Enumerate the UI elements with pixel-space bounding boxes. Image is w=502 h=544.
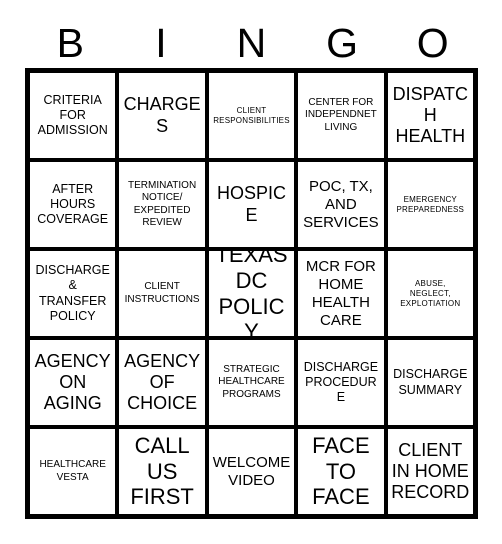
- bingo-cell-label: CALL US FIRST: [130, 433, 194, 510]
- header-letter-o: O: [416, 19, 449, 66]
- bingo-cell[interactable]: CENTER FOR INDEPENDNET LIVING: [298, 73, 384, 158]
- bingo-cell[interactable]: CRITERIA FOR ADMISSION: [30, 73, 116, 158]
- bingo-cell-label: ABUSE, NEGLECT, EXPLOTIATION: [400, 278, 461, 308]
- bingo-cell[interactable]: HEALTHCARE VESTA: [30, 429, 116, 514]
- bingo-cell-label: POC, TX, AND SERVICES: [303, 177, 379, 231]
- bingo-cell[interactable]: AGENCY ON AGING: [30, 340, 116, 425]
- bingo-cell-label: CLIENT RESPONSIBILITIES: [213, 105, 290, 125]
- header-letter-g: G: [326, 19, 359, 66]
- bingo-cell-label: WELCOME VIDEO: [212, 453, 291, 489]
- bingo-grid: CRITERIA FOR ADMISSION CHARGES CLIENT RE…: [25, 68, 478, 519]
- bingo-cell-label: CHARGES: [123, 94, 201, 136]
- bingo-cell-label: DISCHARGE PROCEDURE: [303, 359, 379, 405]
- bingo-cell-label: DISCHARGE SUMMARY: [393, 367, 468, 397]
- bingo-cell-label: TEXAS DC POLICY: [215, 251, 288, 336]
- bingo-cell[interactable]: WELCOME VIDEO: [208, 429, 295, 514]
- header-letter-i: I: [155, 19, 167, 66]
- bingo-cell-label: TERMINATION NOTICE/ EXPEDITED REVIEW: [128, 179, 197, 229]
- bingo-cell-label: STRATEGIC HEALTHCARE PROGRAMS: [218, 363, 285, 400]
- bingo-cell-label: FACE TO FACE: [312, 433, 370, 510]
- bingo-cell[interactable]: AGENCY OF CHOICE: [119, 340, 205, 425]
- bingo-cell-label: MCR FOR HOME HEALTH CARE: [305, 257, 376, 329]
- bingo-cell-label: HEALTHCARE VESTA: [39, 459, 106, 483]
- bingo-cell-label: DISCHARGE & TRANSFER POLICY: [35, 263, 110, 323]
- bingo-cell[interactable]: DISCHARGE & TRANSFER POLICY: [30, 251, 116, 336]
- bingo-cell[interactable]: HOSPICE: [208, 162, 295, 247]
- bingo-cell-label: CLIENT IN HOME RECORD: [391, 439, 470, 503]
- bingo-cell[interactable]: CLIENT RESPONSIBILITIES: [208, 73, 295, 158]
- bingo-cell[interactable]: DISCHARGE PROCEDURE: [298, 340, 384, 425]
- bingo-cell-label: CLIENT INSTRUCTIONS: [124, 281, 200, 305]
- bingo-cell-label: CENTER FOR INDEPENDNET LIVING: [305, 96, 377, 133]
- bingo-cell[interactable]: ABUSE, NEGLECT, EXPLOTIATION: [387, 251, 473, 336]
- bingo-cell[interactable]: AFTER HOURS COVERAGE: [30, 162, 116, 247]
- bingo-cell[interactable]: EMERGENCY PREPAREDNESS: [387, 162, 473, 247]
- bingo-cell-label: AGENCY OF CHOICE: [124, 350, 201, 414]
- bingo-cell[interactable]: CHARGES: [119, 73, 205, 158]
- bingo-cell-label: CRITERIA FOR ADMISSION: [37, 92, 108, 138]
- bingo-cell[interactable]: MCR FOR HOME HEALTH CARE: [298, 251, 384, 336]
- bingo-cell[interactable]: STRATEGIC HEALTHCARE PROGRAMS: [208, 340, 295, 425]
- bingo-cell[interactable]: DISCHARGE SUMMARY: [387, 340, 473, 425]
- bingo-cell-label: AFTER HOURS COVERAGE: [37, 181, 109, 227]
- bingo-cell[interactable]: CLIENT IN HOME RECORD: [387, 429, 473, 514]
- bingo-cell[interactable]: CLIENT INSTRUCTIONS: [119, 251, 205, 336]
- header-letter-n: N: [236, 19, 267, 66]
- bingo-card: B I N G O CRITERIA FOR ADMISSION CHARGES…: [0, 0, 502, 544]
- bingo-cell[interactable]: POC, TX, AND SERVICES: [298, 162, 384, 247]
- bingo-cell[interactable]: TEXAS DC POLICY: [208, 251, 295, 336]
- header-letter-b: B: [56, 19, 84, 66]
- bingo-cell[interactable]: FACE TO FACE: [298, 429, 384, 514]
- bingo-cell[interactable]: TERMINATION NOTICE/ EXPEDITED REVIEW: [119, 162, 205, 247]
- bingo-cell-label: HOSPICE: [216, 183, 286, 225]
- bingo-cell-label: DISPATCH HEALTH: [392, 83, 468, 147]
- bingo-cell[interactable]: CALL US FIRST: [119, 429, 205, 514]
- bingo-header: B I N G O: [25, 18, 478, 68]
- bingo-cell-label: EMERGENCY PREPAREDNESS: [396, 194, 465, 214]
- bingo-cell[interactable]: DISPATCH HEALTH: [387, 73, 473, 158]
- bingo-cell-label: AGENCY ON AGING: [34, 350, 111, 414]
